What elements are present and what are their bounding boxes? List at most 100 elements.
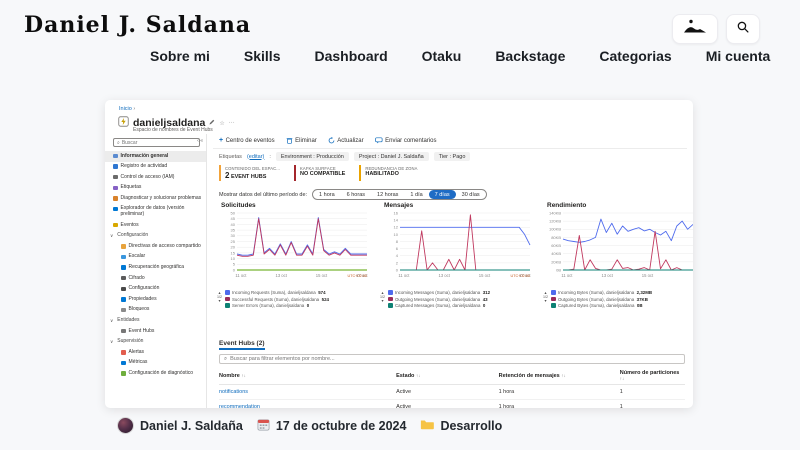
search-icon: ⌕ (224, 356, 227, 363)
sidebar-item-propiedades[interactable]: Propiedades (105, 294, 206, 305)
period-pill-30-días[interactable]: 30 días (456, 190, 486, 199)
period-label: Mostrar datos del último período de: (219, 192, 307, 198)
azure-toolbar: +Centro de eventos Eliminar Actualizar Envi… (219, 137, 437, 144)
sidebar-item-registro-de-actividad[interactable]: Registro de actividad (105, 162, 206, 173)
toolbar-eliminar[interactable]: Eliminar (286, 137, 317, 144)
nav-item-categorias[interactable]: Categorias (599, 48, 671, 64)
sidebar-item-informaci-n-general[interactable]: Información general (105, 151, 206, 162)
column-header-n-mero-de-particiones[interactable]: Número de particiones ↑↓ (620, 368, 685, 385)
plus-icon: + (219, 137, 223, 144)
svg-text:60KB: 60KB (551, 243, 561, 248)
sidebar-item-cifrado[interactable]: Cifrado (105, 273, 206, 284)
more-options-icon[interactable]: ··· (229, 120, 235, 126)
hubs-filter-input[interactable] (230, 356, 680, 362)
pencil-icon[interactable] (209, 119, 215, 127)
nav-item-skills[interactable]: Skills (244, 48, 281, 64)
nav-item-otaku[interactable]: Otaku (422, 48, 462, 64)
sidebar-item-configuraci-n-de-diagn-stico[interactable]: Configuración de diagnóstico (105, 368, 206, 379)
sidebar-item-diagnosticar-y-solucionar-problemas[interactable]: Diagnosticar y solucionar problemas (105, 193, 206, 204)
nav-item-backstage[interactable]: Backstage (495, 48, 565, 64)
event-hubs-tab[interactable]: Event Hubs (2) (219, 340, 265, 350)
site-logo[interactable]: Daniel J. Saldana (24, 12, 251, 38)
star-icon[interactable]: ☆ (219, 120, 224, 127)
svg-text:0B: 0B (556, 267, 561, 272)
legend-swatch (388, 297, 393, 302)
tag-chip[interactable]: Project : Daniel J. Saldaña (354, 152, 429, 161)
svg-text:12: 12 (394, 225, 399, 230)
legend-pager[interactable]: ▲1/2▼ (217, 290, 222, 308)
svg-text:80KB: 80KB (551, 235, 561, 240)
column-header-estado[interactable]: Estado ↑↓ (396, 368, 499, 385)
legend-swatch (225, 297, 230, 302)
sidebar-item-event-hubs[interactable]: Event Hubs (105, 326, 206, 337)
shared-access-icon (121, 244, 126, 249)
theme-toggle-button[interactable] (672, 14, 718, 44)
legend-item: Successful Requests (Suma), danieljsalda… (225, 297, 329, 302)
chevron-down-icon: ∨ (110, 318, 113, 324)
tags-edit-link[interactable]: (editar) (247, 154, 264, 160)
svg-text:15: 15 (231, 250, 236, 255)
sidebar-item-alertas[interactable]: Alertas (105, 347, 206, 358)
sidebar-item-etiquetas[interactable]: Etiquetas (105, 183, 206, 194)
properties-icon (121, 297, 126, 302)
column-header-retenci-n-de-mensajes[interactable]: Retención de mensajes ↑↓ (499, 368, 620, 385)
svg-text:140KB: 140KB (549, 210, 561, 215)
azure-sidebar-search-input[interactable] (122, 140, 182, 146)
svg-text:5: 5 (233, 262, 236, 267)
sidebar-item-configuraci-n[interactable]: ∨Configuración (105, 231, 206, 242)
folder-icon (420, 418, 434, 433)
legend-swatch (551, 290, 556, 295)
breadcrumb[interactable]: Inicio › (119, 106, 135, 112)
azure-sidebar-search[interactable]: ⌕ (113, 138, 200, 147)
legend-item: Incoming Bytes (Suma), danieljsaldana2,3… (551, 290, 652, 295)
legend-pager[interactable]: ▲1/2▼ (380, 290, 385, 308)
period-pill-7-días[interactable]: 7 días (429, 190, 456, 199)
sidebar-item-control-de-acceso-iam-[interactable]: Control de acceso (IAM) (105, 172, 206, 183)
sidebar-item-recuperaci-n-geogr-fica[interactable]: Recuperación geográfica (105, 263, 206, 274)
svg-text:30: 30 (231, 233, 236, 238)
period-pill-1-hora[interactable]: 1 hora (313, 190, 341, 199)
sidebar-item-eventos[interactable]: Eventos (105, 220, 206, 231)
resource-subtitle: Espacio de nombres de Event Hubs (133, 127, 213, 133)
hubs-filter[interactable]: ⌕ (219, 354, 685, 364)
post-category[interactable]: Desarrollo (440, 419, 502, 433)
svg-text:20KB: 20KB (551, 259, 561, 264)
sidebar-item-m-tricas[interactable]: Métricas (105, 358, 206, 369)
sidebar-item-bloqueos[interactable]: Bloqueos (105, 305, 206, 316)
toolbar-enviar-comentarios[interactable]: Enviar comentarios (375, 137, 437, 144)
nav-item-dashboard[interactable]: Dashboard (315, 48, 388, 64)
sidebar-item-escalar[interactable]: Escalar (105, 252, 206, 263)
author-name[interactable]: Daniel J. Saldaña (140, 419, 243, 433)
sidebar-item-configuraci-n[interactable]: Configuración (105, 284, 206, 295)
toolbar-centro-de-eventos[interactable]: +Centro de eventos (219, 137, 275, 144)
period-pill-12-horas[interactable]: 12 horas (371, 190, 404, 199)
toolbar-actualizar[interactable]: Actualizar (328, 137, 364, 144)
metric-charts: Solicitudes5045403530252015105011 oct13 … (217, 202, 693, 308)
legend-swatch (388, 290, 393, 295)
nav-item-sobre-mi[interactable]: Sobre mi (150, 48, 210, 64)
author-avatar[interactable] (117, 417, 134, 434)
svg-text:UTC+02:00: UTC+02:00 (510, 274, 530, 278)
sidebar-collapse-icon[interactable]: ‹ « (197, 138, 203, 144)
sidebar-item-directivas-de-acceso-compartido[interactable]: Directivas de acceso compartido (105, 241, 206, 252)
sidebar-item-supervisi-n[interactable]: ∨Supervisión (105, 337, 206, 348)
hub-name-link[interactable]: recommendation (219, 400, 396, 409)
legend-swatch (225, 290, 230, 295)
diagnostic-settings-icon (121, 371, 126, 376)
event-hubs-namespace-icon (118, 114, 129, 132)
chevron-down-icon: ∨ (110, 233, 113, 239)
post-image-azure-portal: Inicio › danieljsaldana ☆ ··· Espacio de… (105, 100, 693, 408)
svg-text:15 oct: 15 oct (479, 273, 491, 278)
hub-name-link[interactable]: notifications (219, 385, 396, 400)
tag-chip[interactable]: Environment : Producción (276, 152, 349, 161)
legend-pager[interactable]: ▲1/2▼ (543, 290, 548, 308)
search-button[interactable] (726, 14, 760, 44)
nav-item-mi-cuenta[interactable]: Mi cuenta (706, 48, 771, 64)
period-pill-1-día[interactable]: 1 día (404, 190, 428, 199)
tag-chip[interactable]: Tier : Pago (434, 152, 471, 161)
period-pill-6-horas[interactable]: 6 horas (341, 190, 371, 199)
sidebar-item-entidades[interactable]: ∨Entidades (105, 316, 206, 327)
column-header-nombre[interactable]: Nombre ↑↓ (219, 368, 396, 385)
refresh-icon (328, 137, 335, 144)
sidebar-item-explorador-de-datos-versi-n-preliminar-[interactable]: Explorador de datos (versión preliminar) (105, 204, 206, 220)
